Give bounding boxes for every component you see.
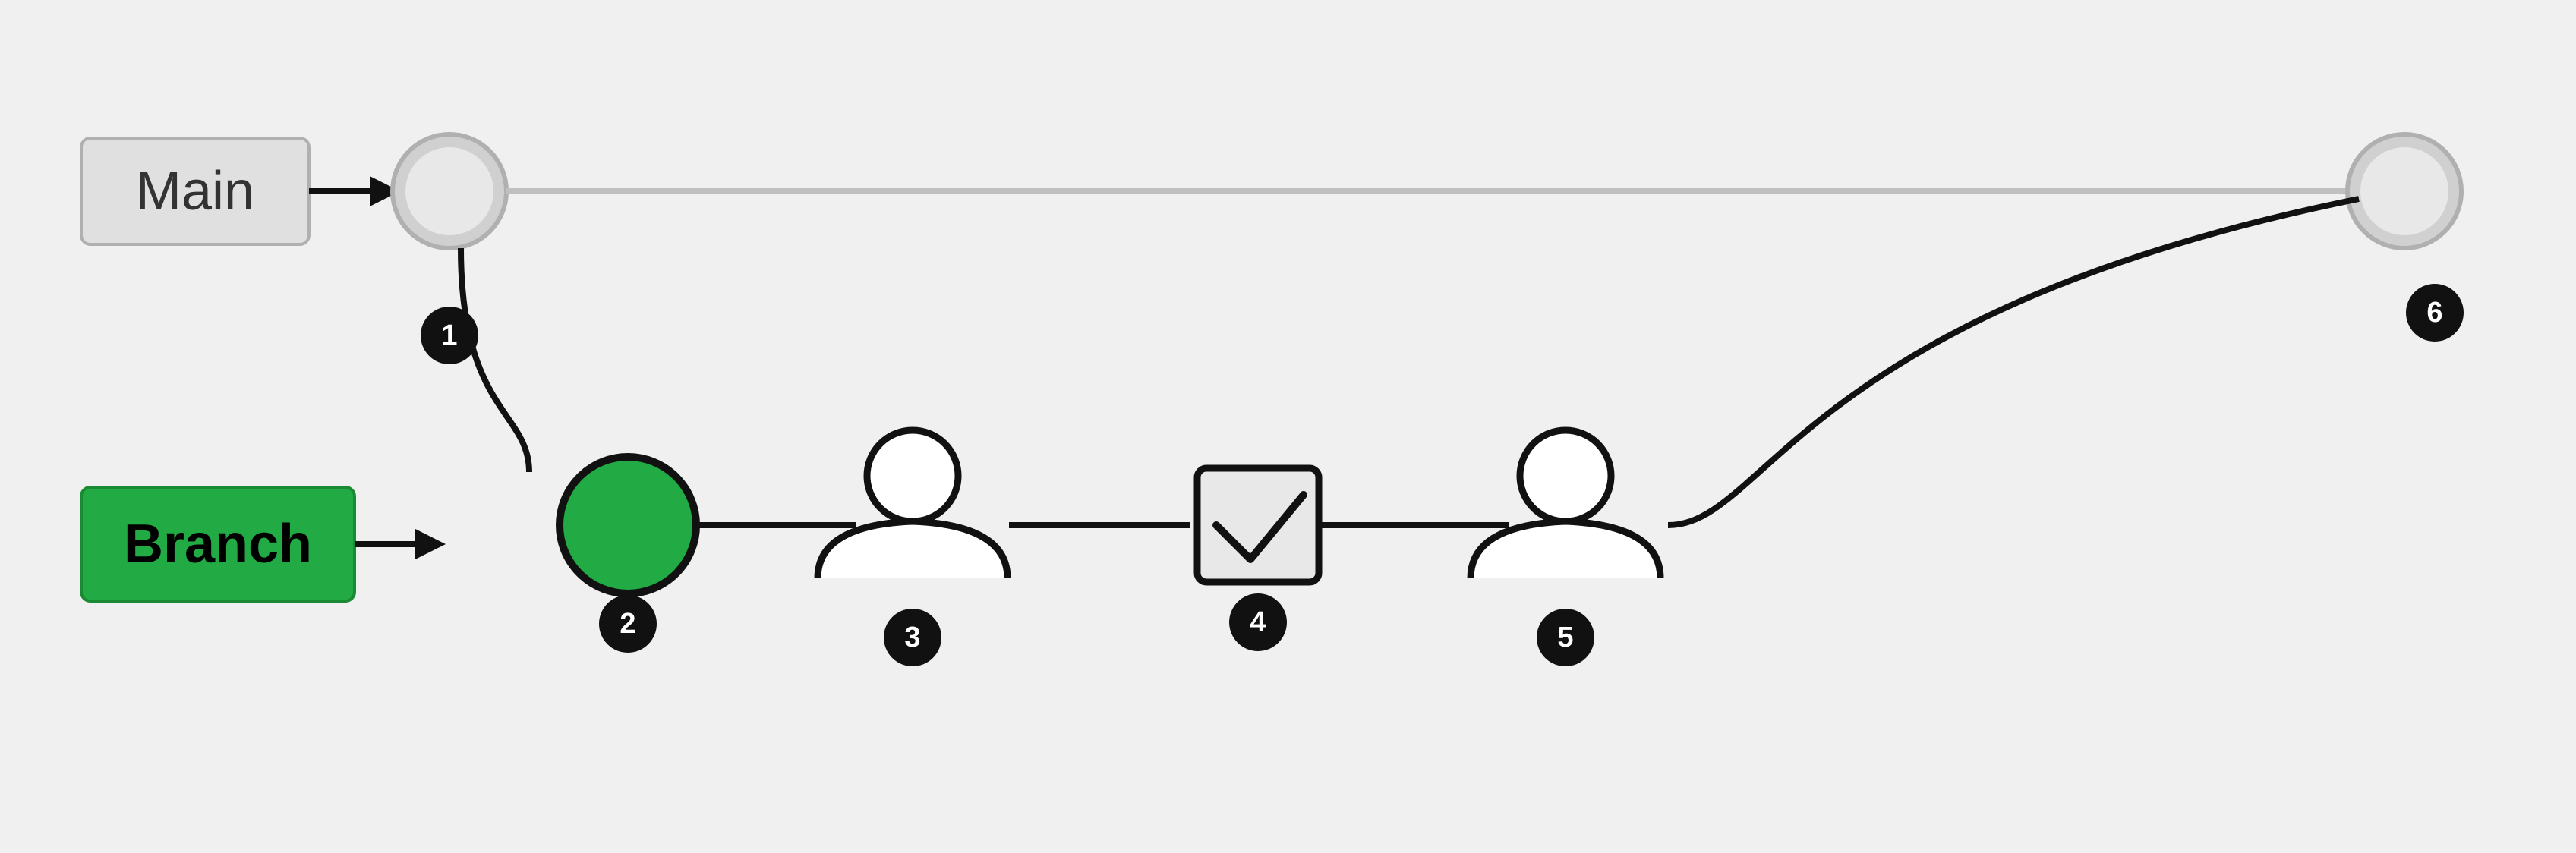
badge-3-text: 3 <box>904 622 920 653</box>
main-start-circle-inner <box>405 147 493 235</box>
main-label-text: Main <box>135 161 254 222</box>
badge-2-text: 2 <box>620 608 635 640</box>
node-5-head <box>1520 430 1611 521</box>
node-3-head <box>867 430 958 521</box>
branch-label-text: Branch <box>123 514 311 574</box>
badge-4-text: 4 <box>1250 606 1266 638</box>
badge-6-text: 6 <box>2426 297 2442 329</box>
node-2-circle <box>560 457 696 593</box>
diagram-container: Main Branch 1 2 <box>36 47 2541 806</box>
badge-1-text: 1 <box>441 319 457 351</box>
main-end-circle-inner <box>2360 147 2448 235</box>
badge-5-text: 5 <box>1557 622 1573 653</box>
